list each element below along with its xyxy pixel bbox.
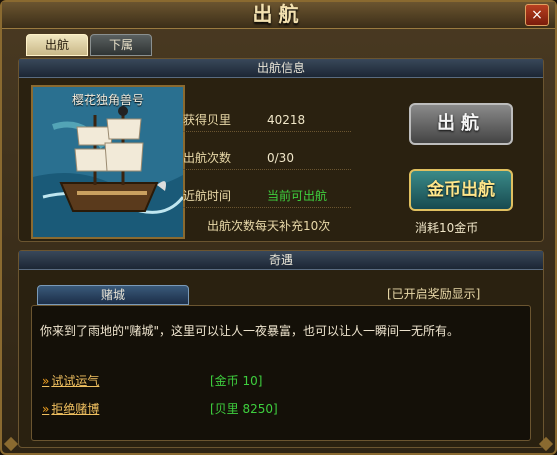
close-button[interactable]: ×: [525, 4, 549, 26]
sail-info-header: 出航信息: [19, 59, 543, 78]
encounter-story-box: 你来到了雨地的"赌城"，这里可以让人一夜暴富，也可以让人一瞬间一无所有。 » 试试…: [31, 305, 531, 441]
tab-subordinates[interactable]: 下属: [90, 34, 152, 56]
info-row-sail-count: 出航次数 0/30: [183, 147, 351, 170]
ship-image: [33, 87, 183, 237]
corner-ornament: [3, 436, 19, 452]
reward-display-flag[interactable]: [已开启奖励显示]: [387, 285, 480, 302]
option-refuse-gamble-reward: [贝里 8250]: [210, 402, 278, 416]
gold-sail-button[interactable]: 金币出航: [409, 169, 513, 211]
ship-portrait: 樱花独角兽号: [31, 85, 185, 239]
tab-sail[interactable]: 出航: [26, 34, 88, 56]
next-sail-label: 近航时间: [183, 189, 232, 203]
next-sail-value: 当前可出航: [267, 189, 328, 203]
encounter-header: 奇遇: [19, 251, 543, 270]
option-try-luck-label: 试试运气: [51, 374, 100, 388]
ship-name: 樱花独角兽号: [71, 93, 144, 107]
option-refuse-gamble-label: 拒绝赌博: [51, 402, 100, 416]
info-row-berry: 获得贝里 40218: [183, 109, 351, 132]
window-title: 出航: [252, 2, 305, 26]
berry-label: 获得贝里: [183, 113, 232, 127]
sail-window: 出航 × 出航 下属 出航信息 樱花独角兽号 获得贝里 40218 出航次数 0…: [0, 0, 557, 455]
sail-button[interactable]: 出航: [409, 103, 513, 145]
double-chevron-icon: »: [42, 374, 50, 388]
sail-refill-note: 出航次数每天补充10次: [207, 219, 331, 233]
tab-casino[interactable]: 赌城: [37, 285, 189, 305]
info-row-next-sail: 近航时间 当前可出航: [183, 185, 351, 208]
sail-count-value: 0/30: [267, 151, 294, 165]
option-try-luck-reward: [金币 10]: [210, 374, 263, 388]
berry-value: 40218: [267, 113, 306, 127]
option-try-luck[interactable]: » 试试运气: [42, 372, 99, 389]
gold-cost-label: 消耗10金币: [415, 221, 479, 235]
title-bar: 出航 ×: [2, 2, 555, 29]
sail-info-panel: 出航信息 樱花独角兽号 获得贝里 40218 出航次数 0/30 近航时间 当前…: [18, 58, 544, 242]
sail-count-label: 出航次数: [183, 151, 232, 165]
option-refuse-gamble[interactable]: » 拒绝赌博: [42, 400, 99, 417]
encounter-story-text: 你来到了雨地的"赌城"，这里可以让人一夜暴富，也可以让人一瞬间一无所有。: [40, 324, 460, 338]
encounter-panel: 奇遇 赌城 [已开启奖励显示] 你来到了雨地的"赌城"，这里可以让人一夜暴富，也…: [18, 250, 544, 448]
double-chevron-icon: »: [42, 402, 50, 416]
